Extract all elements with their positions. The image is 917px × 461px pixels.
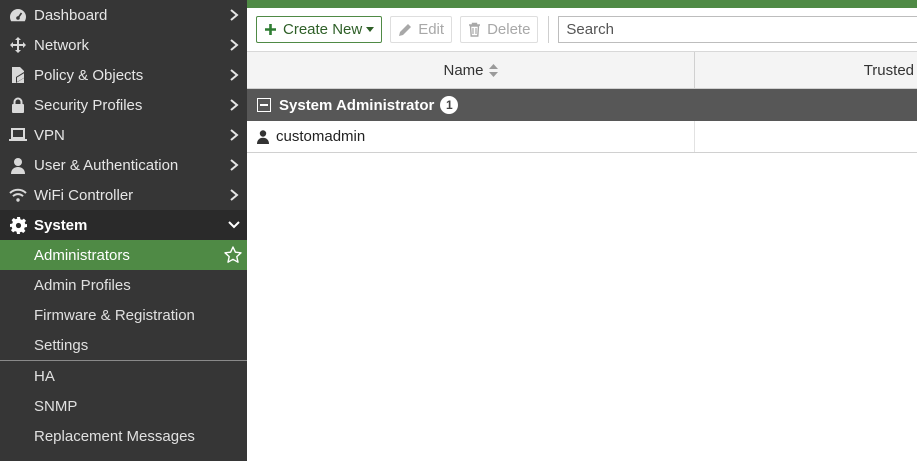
- sidebar-item-label: User & Authentication: [34, 156, 179, 174]
- sidebar-subitem-label: SNMP: [34, 397, 78, 415]
- main-content: Create New Edit Delete Name Trusted Syst…: [247, 0, 917, 461]
- sidebar-subitem-label: HA: [34, 367, 55, 385]
- wifi-icon: [8, 186, 28, 204]
- sidebar: Dashboard Network Policy & Objects Secur…: [0, 0, 247, 461]
- column-header-trusted[interactable]: Trusted: [695, 52, 917, 88]
- table-row[interactable]: customadmin: [247, 121, 917, 153]
- chevron-right-icon: [227, 158, 241, 172]
- delete-button[interactable]: Delete: [460, 16, 539, 43]
- sidebar-subitem-label: Firmware & Registration: [34, 306, 195, 324]
- caret-down-icon: [366, 27, 375, 32]
- sidebar-subitem-firmware-registration[interactable]: Firmware & Registration: [0, 300, 247, 330]
- delete-label: Delete: [487, 21, 531, 38]
- toolbar: Create New Edit Delete: [247, 8, 917, 52]
- chevron-right-icon: [227, 98, 241, 112]
- create-new-label: Create New: [283, 21, 363, 38]
- sidebar-item-wifi-controller[interactable]: WiFi Controller: [0, 180, 247, 210]
- sidebar-subitem-administrators[interactable]: Administrators: [0, 240, 247, 270]
- chevron-right-icon: [227, 38, 241, 52]
- sidebar-item-label: System: [34, 216, 88, 234]
- star-icon[interactable]: [223, 245, 243, 265]
- gear-icon: [8, 216, 28, 234]
- sidebar-subitem-ha[interactable]: HA: [0, 361, 247, 391]
- admin-name: customadmin: [276, 128, 366, 145]
- top-accent-bar: [247, 0, 917, 8]
- chevron-right-icon: [227, 8, 241, 22]
- sidebar-subitem-label: Settings: [34, 336, 89, 354]
- sidebar-item-user-authentication[interactable]: User & Authentication: [0, 150, 247, 180]
- sidebar-item-label: Security Profiles: [34, 96, 143, 114]
- dashboard-icon: [8, 6, 28, 24]
- column-header-label: Trusted: [863, 61, 914, 79]
- table-header: Name Trusted: [247, 52, 917, 89]
- sidebar-subitem-label: Admin Profiles: [34, 276, 131, 294]
- sidebar-item-label: Network: [34, 36, 90, 54]
- create-new-button[interactable]: Create New: [256, 16, 383, 43]
- toolbar-divider: [548, 16, 550, 43]
- lock-icon: [8, 96, 28, 114]
- sidebar-item-label: VPN: [34, 126, 65, 144]
- sidebar-item-label: WiFi Controller: [34, 186, 134, 204]
- group-row-system-administrator[interactable]: System Administrator 1: [247, 89, 917, 121]
- user-icon: [8, 156, 28, 174]
- cell-name: customadmin: [247, 121, 695, 152]
- chevron-right-icon: [227, 188, 241, 202]
- user-icon: [257, 129, 269, 144]
- plus-icon: [265, 24, 276, 35]
- sidebar-item-vpn[interactable]: VPN: [0, 120, 247, 150]
- chevron-down-icon: [227, 218, 241, 232]
- laptop-icon: [8, 126, 28, 144]
- count-badge: 1: [440, 96, 459, 114]
- edit-label: Edit: [418, 21, 445, 38]
- sidebar-item-label: Dashboard: [34, 6, 108, 24]
- sidebar-subitem-label: Replacement Messages: [34, 427, 195, 445]
- chevron-right-icon: [227, 68, 241, 82]
- pencil-icon: [399, 23, 412, 36]
- sidebar-item-security-profiles[interactable]: Security Profiles: [0, 90, 247, 120]
- sidebar-item-policy-objects[interactable]: Policy & Objects: [0, 60, 247, 90]
- sidebar-item-system[interactable]: System: [0, 210, 247, 240]
- sidebar-subitem-settings[interactable]: Settings: [0, 330, 247, 360]
- collapse-icon[interactable]: [257, 98, 271, 112]
- sidebar-item-dashboard[interactable]: Dashboard: [0, 0, 247, 30]
- edit-button[interactable]: Edit: [390, 16, 453, 43]
- sidebar-item-label: Policy & Objects: [34, 66, 144, 84]
- chevron-right-icon: [227, 128, 241, 142]
- network-icon: [8, 36, 28, 54]
- column-header-name[interactable]: Name: [247, 52, 695, 88]
- sidebar-subitem-admin-profiles[interactable]: Admin Profiles: [0, 270, 247, 300]
- sidebar-item-network[interactable]: Network: [0, 30, 247, 60]
- sort-icon: [488, 63, 498, 77]
- trash-icon: [469, 22, 481, 37]
- group-label: System Administrator: [279, 96, 435, 114]
- cell-trusted: [695, 121, 917, 152]
- sidebar-subitem-replacement-messages[interactable]: Replacement Messages: [0, 421, 247, 451]
- search-input[interactable]: [558, 16, 917, 43]
- policy-icon: [8, 66, 28, 84]
- column-header-label: Name: [443, 61, 484, 79]
- sidebar-subitem-label: Administrators: [34, 246, 130, 264]
- sidebar-subitem-snmp[interactable]: SNMP: [0, 391, 247, 421]
